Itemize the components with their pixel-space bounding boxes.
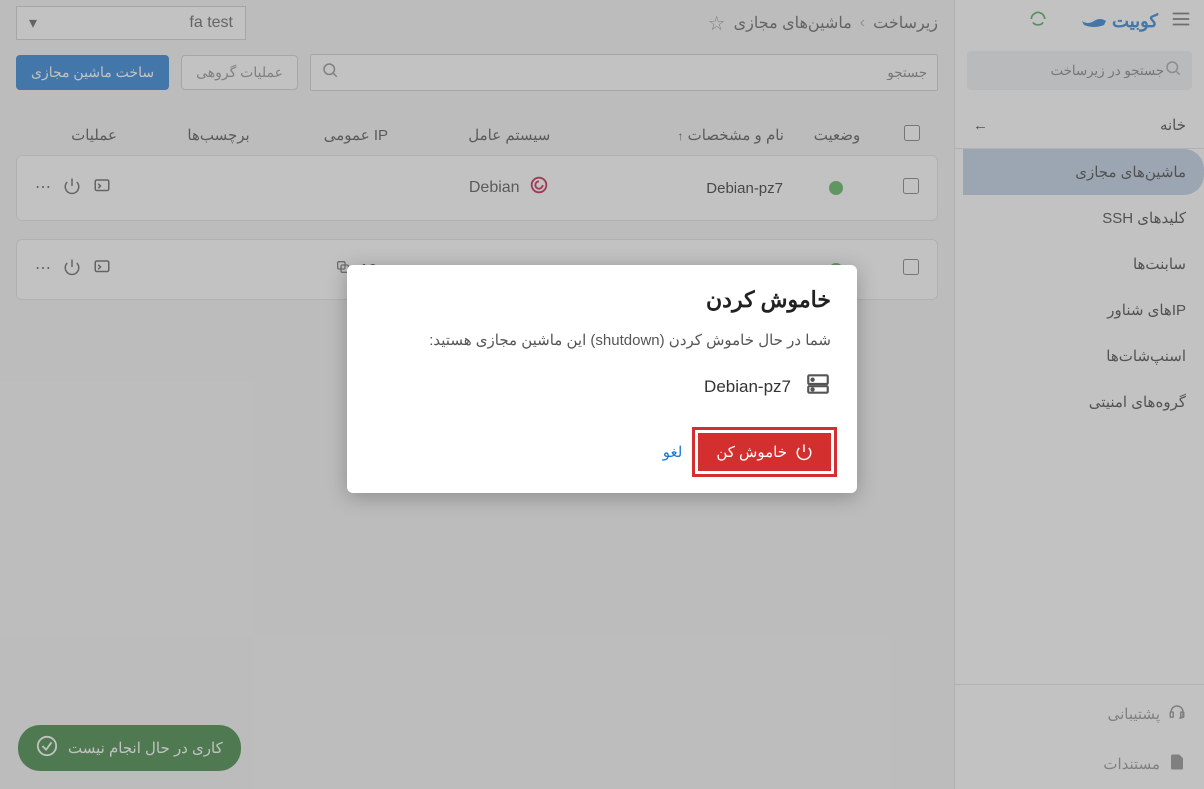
modal-title: خاموش کردن [373, 287, 831, 313]
confirm-label: خاموش کن [716, 443, 787, 461]
vm-icon [805, 371, 831, 403]
cancel-button[interactable]: لغو [663, 443, 683, 461]
modal-vm-name: Debian-pz7 [704, 377, 791, 397]
modal-overlay[interactable]: خاموش کردن شما در حال خاموش کردن (shutdo… [0, 0, 1204, 789]
modal-description: شما در حال خاموش کردن (shutdown) این ماش… [373, 331, 831, 349]
shutdown-confirm-button[interactable]: خاموش کن [698, 433, 831, 471]
modal-vm-row: Debian-pz7 [373, 371, 831, 403]
shutdown-modal: خاموش کردن شما در حال خاموش کردن (shutdo… [347, 265, 857, 493]
